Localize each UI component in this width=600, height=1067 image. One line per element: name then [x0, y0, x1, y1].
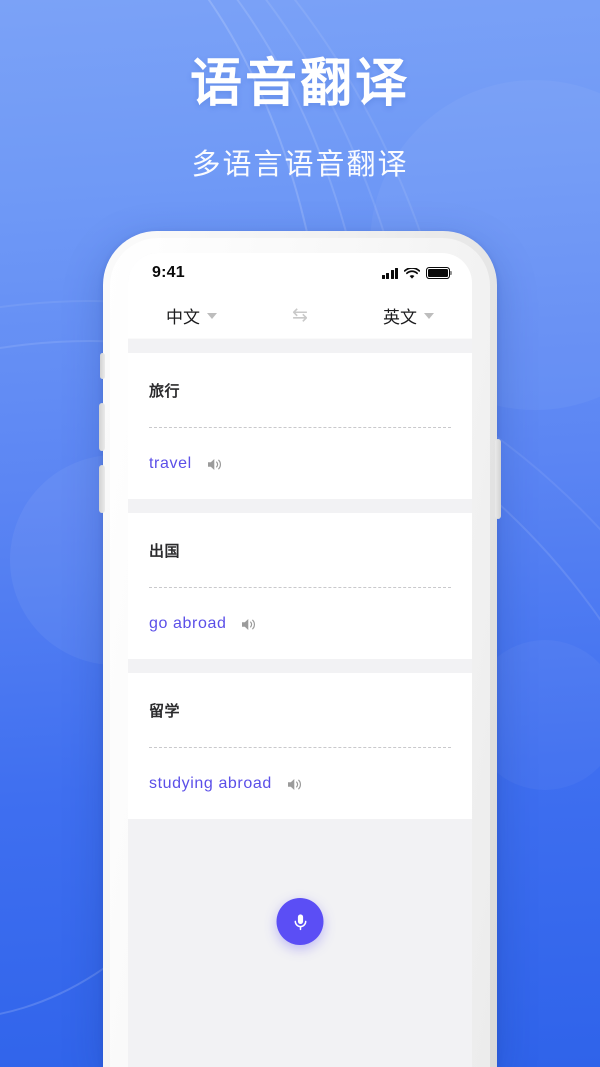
status-bar: 9:41 — [128, 253, 472, 293]
mute-switch-button[interactable] — [100, 353, 105, 379]
source-language-label: 中文 — [166, 308, 200, 327]
microphone-button[interactable] — [276, 898, 324, 945]
cellular-signal-icon — [381, 267, 398, 279]
page-subtitle: 多语言语音翻译 — [191, 149, 409, 182]
list-divider — [128, 499, 472, 513]
microphone-icon — [294, 913, 306, 930]
translated-text: studying abroad — [149, 775, 272, 792]
source-language-selector[interactable]: 中文 — [166, 303, 217, 328]
list-divider — [128, 659, 472, 673]
phone-screen: 9:41 中文 ⇆ 英文 旅行 travel 出国 go abroad 留学 s… — [128, 253, 472, 1067]
speaker-icon[interactable] — [287, 777, 304, 792]
translation-card[interactable]: 旅行 travel — [128, 353, 472, 499]
speaker-icon[interactable] — [241, 617, 258, 632]
power-button[interactable] — [495, 439, 501, 519]
list-divider — [128, 339, 472, 353]
translated-text: travel — [149, 455, 192, 472]
source-text: 出国 — [149, 543, 181, 560]
target-language-selector[interactable]: 英文 — [383, 303, 434, 328]
source-text: 旅行 — [149, 383, 181, 400]
status-bar-time: 9:41 — [152, 264, 185, 281]
swap-languages-button[interactable]: ⇆ — [292, 306, 308, 325]
chevron-down-icon — [423, 312, 434, 319]
speaker-icon[interactable] — [207, 457, 224, 472]
hero-section: 语音翻译 多语言语音翻译 — [0, 0, 600, 183]
page-title: 语音翻译 — [189, 55, 410, 113]
translation-row: go abroad — [149, 588, 451, 659]
volume-down-button[interactable] — [99, 465, 105, 513]
language-selector-bar: 中文 ⇆ 英文 — [128, 293, 472, 339]
translation-card[interactable]: 出国 go abroad — [128, 513, 472, 659]
source-text: 留学 — [149, 703, 181, 720]
volume-up-button[interactable] — [99, 403, 105, 451]
wifi-icon — [403, 267, 421, 279]
translation-row: travel — [149, 428, 451, 499]
battery-full-icon — [426, 267, 453, 279]
status-bar-icons — [381, 267, 453, 279]
translation-row: studying abroad — [149, 748, 451, 819]
translation-list: 旅行 travel 出国 go abroad 留学 studying abroa… — [128, 339, 472, 819]
translation-card[interactable]: 留学 studying abroad — [128, 673, 472, 819]
target-language-label: 英文 — [382, 308, 417, 327]
translated-text: go abroad — [149, 615, 227, 632]
mic-area — [128, 819, 472, 1031]
phone-mockup: 9:41 中文 ⇆ 英文 旅行 travel 出国 go abroad 留学 s… — [99, 231, 501, 1067]
chevron-down-icon — [207, 312, 217, 319]
